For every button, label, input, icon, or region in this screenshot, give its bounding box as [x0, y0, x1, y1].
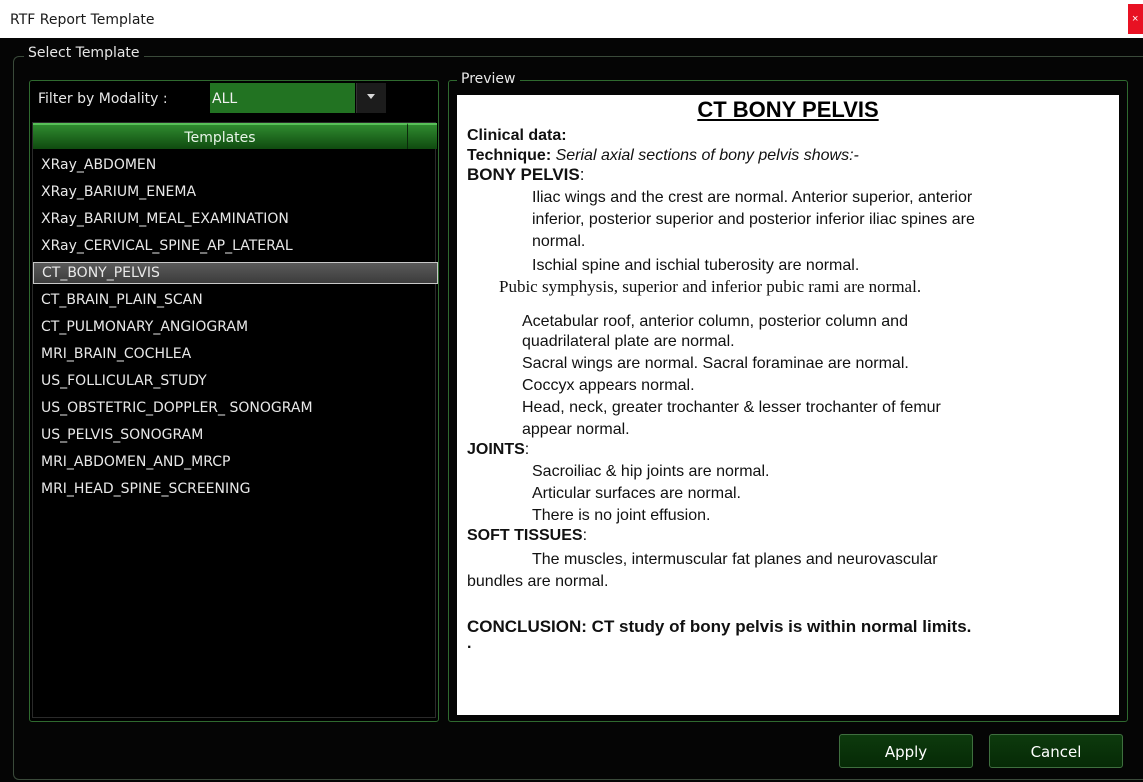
technique-line: Technique: Serial axial sections of bony… — [467, 147, 859, 164]
template-list-item[interactable]: XRay_BARIUM_MEAL_EXAMINATION — [41, 211, 289, 227]
soft-line-1: The muscles, intermuscular fat planes an… — [532, 551, 938, 568]
template-list-item[interactable]: US_OBSTETRIC_DOPPLER_ SONOGRAM — [41, 400, 313, 416]
preview-legend: Preview — [457, 71, 520, 87]
soft-tissues-heading: SOFT TISSUES: — [467, 527, 588, 544]
templates-column-header[interactable]: Templates — [33, 123, 407, 149]
dialog-body: Select Template Filter by Modality : ALL… — [0, 38, 1143, 782]
dropdown-arrow-icon[interactable] — [356, 83, 386, 113]
template-list-item[interactable]: MRI_ABDOMEN_AND_MRCP — [41, 454, 230, 470]
joints-heading: JOINTS: — [467, 441, 530, 458]
template-list-item[interactable]: CT_BRAIN_PLAIN_SCAN — [41, 292, 203, 308]
template-list-item[interactable]: CT_BONY_PELVIS — [33, 262, 438, 284]
template-list-item[interactable]: XRay_CERVICAL_SPINE_AP_LATERAL — [41, 238, 293, 254]
bony-line-10: Head, neck, greater trochanter & lesser … — [522, 399, 941, 416]
window-title: RTF Report Template — [10, 12, 155, 28]
bony-line-2: inferior, posterior superior and posteri… — [532, 211, 975, 228]
trailing-dot: . — [467, 635, 472, 652]
apply-button[interactable]: Apply — [839, 734, 973, 768]
bony-line-8: Sacral wings are normal. Sacral foramina… — [522, 355, 909, 372]
template-list-item[interactable]: US_FOLLICULAR_STUDY — [41, 373, 207, 389]
template-panel: Filter by Modality : ALL Templates XRay_… — [29, 80, 439, 722]
bony-line-9: Coccyx appears normal. — [522, 377, 695, 394]
template-list-item[interactable]: XRay_BARIUM_ENEMA — [41, 184, 196, 200]
joints-line-1: Sacroiliac & hip joints are normal. — [532, 463, 770, 480]
filter-label: Filter by Modality : — [38, 91, 168, 107]
bony-line-11: appear normal. — [522, 421, 630, 438]
bony-pelvis-heading: BONY PELVIS: — [467, 165, 585, 184]
template-list-item[interactable]: MRI_BRAIN_COCHLEA — [41, 346, 191, 362]
conclusion-line: CONCLUSION: CT study of bony pelvis is w… — [467, 617, 972, 636]
bony-line-7: quadrilateral plate are normal. — [522, 333, 735, 350]
bony-line-4: Ischial spine and ischial tuberosity are… — [532, 257, 860, 274]
joints-line-3: There is no joint effusion. — [532, 507, 711, 524]
bony-line-1: Iliac wings and the crest are normal. An… — [532, 189, 973, 206]
template-list-item[interactable]: US_PELVIS_SONOGRAM — [41, 427, 203, 443]
clinical-data-label: Clinical data: — [467, 127, 567, 144]
template-list-item[interactable]: MRI_HEAD_SPINE_SCREENING — [41, 481, 250, 497]
template-list-item[interactable]: CT_PULMONARY_ANGIOGRAM — [41, 319, 248, 335]
cancel-button[interactable]: Cancel — [989, 734, 1123, 768]
select-template-legend: Select Template — [24, 45, 144, 61]
template-list-item[interactable]: XRay_ABDOMEN — [41, 157, 156, 173]
close-button[interactable]: × — [1128, 4, 1143, 34]
preview-group: Preview CT BONY PELVIS Clinical data: Te… — [448, 71, 1128, 722]
soft-line-2: bundles are normal. — [467, 573, 609, 590]
report-preview-document[interactable]: CT BONY PELVIS Clinical data: Technique:… — [457, 95, 1119, 715]
title-bar: RTF Report Template × — [0, 0, 1143, 38]
bony-line-5: Pubic symphysis, superior and inferior p… — [499, 277, 922, 296]
templates-list[interactable]: Templates XRay_ABDOMEN XRay_BARIUM_ENEMA X… — [32, 122, 438, 718]
bony-line-3: normal. — [532, 233, 586, 250]
joints-line-2: Articular surfaces are normal. — [532, 485, 741, 502]
bony-line-6: Acetabular roof, anterior column, poster… — [522, 313, 908, 330]
report-title: CT BONY PELVIS — [697, 97, 879, 122]
modality-filter-select[interactable]: ALL — [210, 83, 355, 113]
templates-header-filler — [407, 123, 437, 149]
